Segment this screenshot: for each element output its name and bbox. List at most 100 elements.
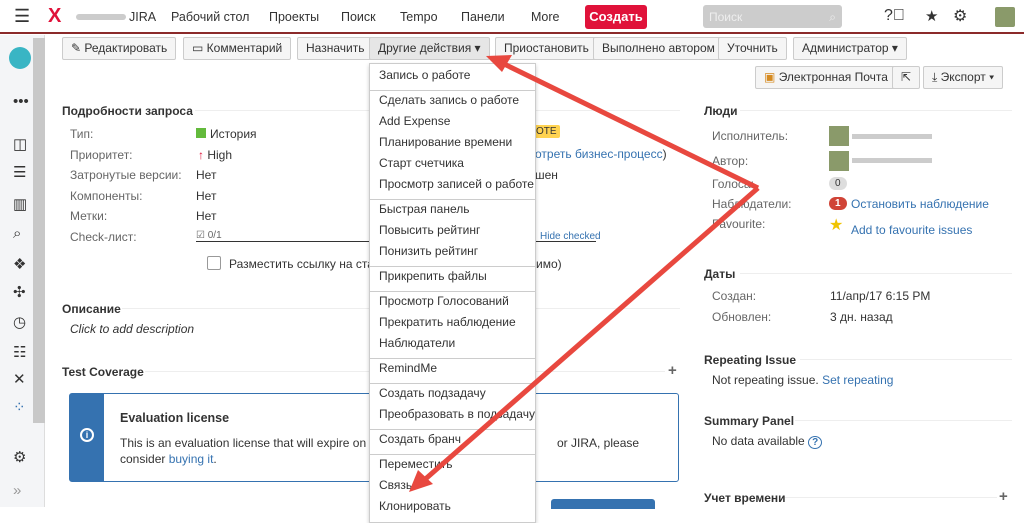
addon-icon[interactable]: ✣: [13, 283, 26, 301]
edit-button[interactable]: ✎ Редактировать: [62, 37, 177, 60]
menu-item[interactable]: Старт счетчика: [379, 156, 464, 170]
add-time-icon[interactable]: +: [999, 488, 1008, 505]
watchers-count[interactable]: 1: [829, 197, 847, 210]
license-title: Evaluation license: [120, 411, 230, 425]
search-input[interactable]: Поиск ⌕: [703, 5, 842, 28]
create-button[interactable]: Создать: [585, 5, 647, 29]
gear-icon[interactable]: ⚙: [953, 6, 967, 26]
x-icon[interactable]: ✕: [13, 370, 26, 388]
menu-item[interactable]: Прикрепить файлы: [379, 269, 487, 283]
author-avatar[interactable]: [829, 151, 849, 171]
time-tracking-heading: Учет времени: [704, 491, 786, 505]
sidebar-scrollbar[interactable]: [33, 38, 45, 423]
description-field[interactable]: Click to add description: [70, 322, 194, 336]
settings-icon[interactable]: ⚙: [13, 448, 26, 466]
affects-versions-label: Затронутые версии:: [70, 168, 182, 182]
author-label: Автор:: [712, 154, 749, 168]
author-name-blurred[interactable]: [852, 158, 932, 163]
post-link-label: Разместить ссылку на стат: [229, 257, 380, 271]
menu-item[interactable]: Создать подзадачу: [379, 386, 486, 400]
menu-icon[interactable]: ☰: [14, 6, 30, 27]
avatar[interactable]: [995, 7, 1015, 27]
created-value: 11/апр/17 6:15 PM: [830, 289, 931, 303]
project-avatar[interactable]: [9, 47, 31, 69]
votes-count[interactable]: 0: [829, 177, 847, 190]
clarify-button[interactable]: Уточнить: [718, 37, 787, 60]
favourite-label: Favourite:: [712, 217, 766, 231]
menu-item[interactable]: Прекратить наблюдение: [379, 315, 516, 329]
checklist-icon[interactable]: ☷: [13, 343, 26, 361]
checklist-progress: 0/1: [207, 230, 222, 241]
repeating-text: Not repeating issue.: [712, 373, 823, 387]
nav-boards[interactable]: Панели: [461, 10, 505, 24]
help-icon[interactable]: ?⃝: [884, 7, 905, 25]
menu-item[interactable]: Быстрая панель: [379, 202, 470, 216]
assign-button[interactable]: Назначить: [297, 37, 374, 60]
people-heading: Люди: [704, 104, 738, 118]
menu-item[interactable]: Просмотр записей о работе: [379, 177, 534, 191]
menu-item[interactable]: Понизить рейтинг: [379, 244, 478, 258]
admin-button[interactable]: Администратор ▾: [793, 37, 907, 60]
email-button[interactable]: ▣ Электронная Почта: [755, 66, 897, 89]
more-icon[interactable]: •••: [13, 93, 29, 110]
type-label: Тип:: [70, 127, 94, 141]
help-icon[interactable]: ?: [808, 436, 823, 449]
blue-button[interactable]: [551, 499, 655, 509]
pause-button[interactable]: Приостановить: [495, 37, 598, 60]
issues-icon[interactable]: ⌕: [13, 225, 21, 242]
type-value: История: [196, 127, 257, 141]
assignee-avatar[interactable]: [829, 126, 849, 146]
menu-item[interactable]: RemindMe: [379, 361, 437, 375]
share-button[interactable]: ⇱: [892, 66, 921, 89]
more-actions-button[interactable]: Другие действия ▾: [369, 37, 490, 60]
nav-dashboard[interactable]: Рабочий стол: [171, 10, 249, 24]
priority-label: Приоритет:: [70, 148, 133, 162]
menu-item[interactable]: Запись о работе: [379, 68, 470, 82]
expand-icon[interactable]: »: [13, 482, 21, 499]
nav-tempo[interactable]: Tempo: [400, 10, 438, 24]
menu-item[interactable]: Сделать запись о работе: [379, 93, 519, 107]
export-button[interactable]: ⤓ Экспорт ▾: [923, 66, 1004, 89]
menu-item[interactable]: Повысить рейтинг: [379, 223, 480, 237]
menu-item[interactable]: Клонировать: [379, 499, 451, 513]
view-workflow-link[interactable]: отреть бизнес-процесс: [535, 147, 663, 161]
backlog-icon[interactable]: ☰: [13, 163, 26, 181]
post-link-checkbox[interactable]: [207, 256, 221, 270]
nav-search[interactable]: Поиск: [341, 10, 376, 24]
comment-button[interactable]: ▭ Комментарий: [183, 37, 292, 60]
add-favourite-link[interactable]: Add to favourite issues: [851, 223, 972, 237]
components-icon[interactable]: ❖: [13, 255, 26, 273]
updated-value: 3 дн. назад: [830, 310, 893, 324]
menu-item[interactable]: Add Expense: [379, 114, 450, 128]
jira-logo[interactable]: X: [48, 5, 61, 28]
stop-watching-link[interactable]: Остановить наблюдение: [851, 197, 989, 211]
menu-item[interactable]: Просмотр Голосований: [379, 294, 509, 308]
reports-icon[interactable]: ▥: [13, 195, 27, 213]
set-repeating-link[interactable]: Set repeating: [822, 373, 893, 387]
clock-icon[interactable]: ◷: [13, 313, 26, 331]
hide-checked-link[interactable]: Hide checked: [540, 231, 601, 242]
license-text-3: consider: [120, 452, 169, 466]
assignee-name-blurred[interactable]: [852, 134, 932, 139]
menu-item[interactable]: Переместить: [379, 457, 453, 471]
menu-item[interactable]: Связь: [379, 478, 412, 492]
star-icon[interactable]: ★: [925, 7, 938, 25]
tempo-icon[interactable]: ⁘: [13, 398, 26, 416]
favourite-star-icon[interactable]: ★: [829, 215, 843, 235]
status-badge: OTE: [533, 125, 560, 138]
menu-item[interactable]: Наблюдатели: [379, 336, 455, 350]
menu-item[interactable]: Создать бранч: [379, 432, 461, 446]
nav-more[interactable]: More: [531, 10, 559, 24]
menu-item[interactable]: Преобразовать в подзадачу: [379, 407, 535, 421]
search-icon: ⌕: [829, 10, 836, 24]
board-icon[interactable]: ◫: [13, 135, 27, 153]
more-actions-dropdown: Запись о работе Сделать запись о работе Ad…: [369, 63, 536, 523]
nav-projects[interactable]: Проекты: [269, 10, 319, 24]
add-icon[interactable]: +: [668, 362, 677, 379]
menu-item[interactable]: Планирование времени: [379, 135, 512, 149]
blurred-org-name: [76, 14, 126, 20]
buy-link[interactable]: buying it: [169, 452, 214, 466]
done-by-author-button[interactable]: Выполнено автором: [593, 37, 724, 60]
license-bar: i: [70, 394, 104, 481]
menu-separator: [370, 90, 535, 91]
